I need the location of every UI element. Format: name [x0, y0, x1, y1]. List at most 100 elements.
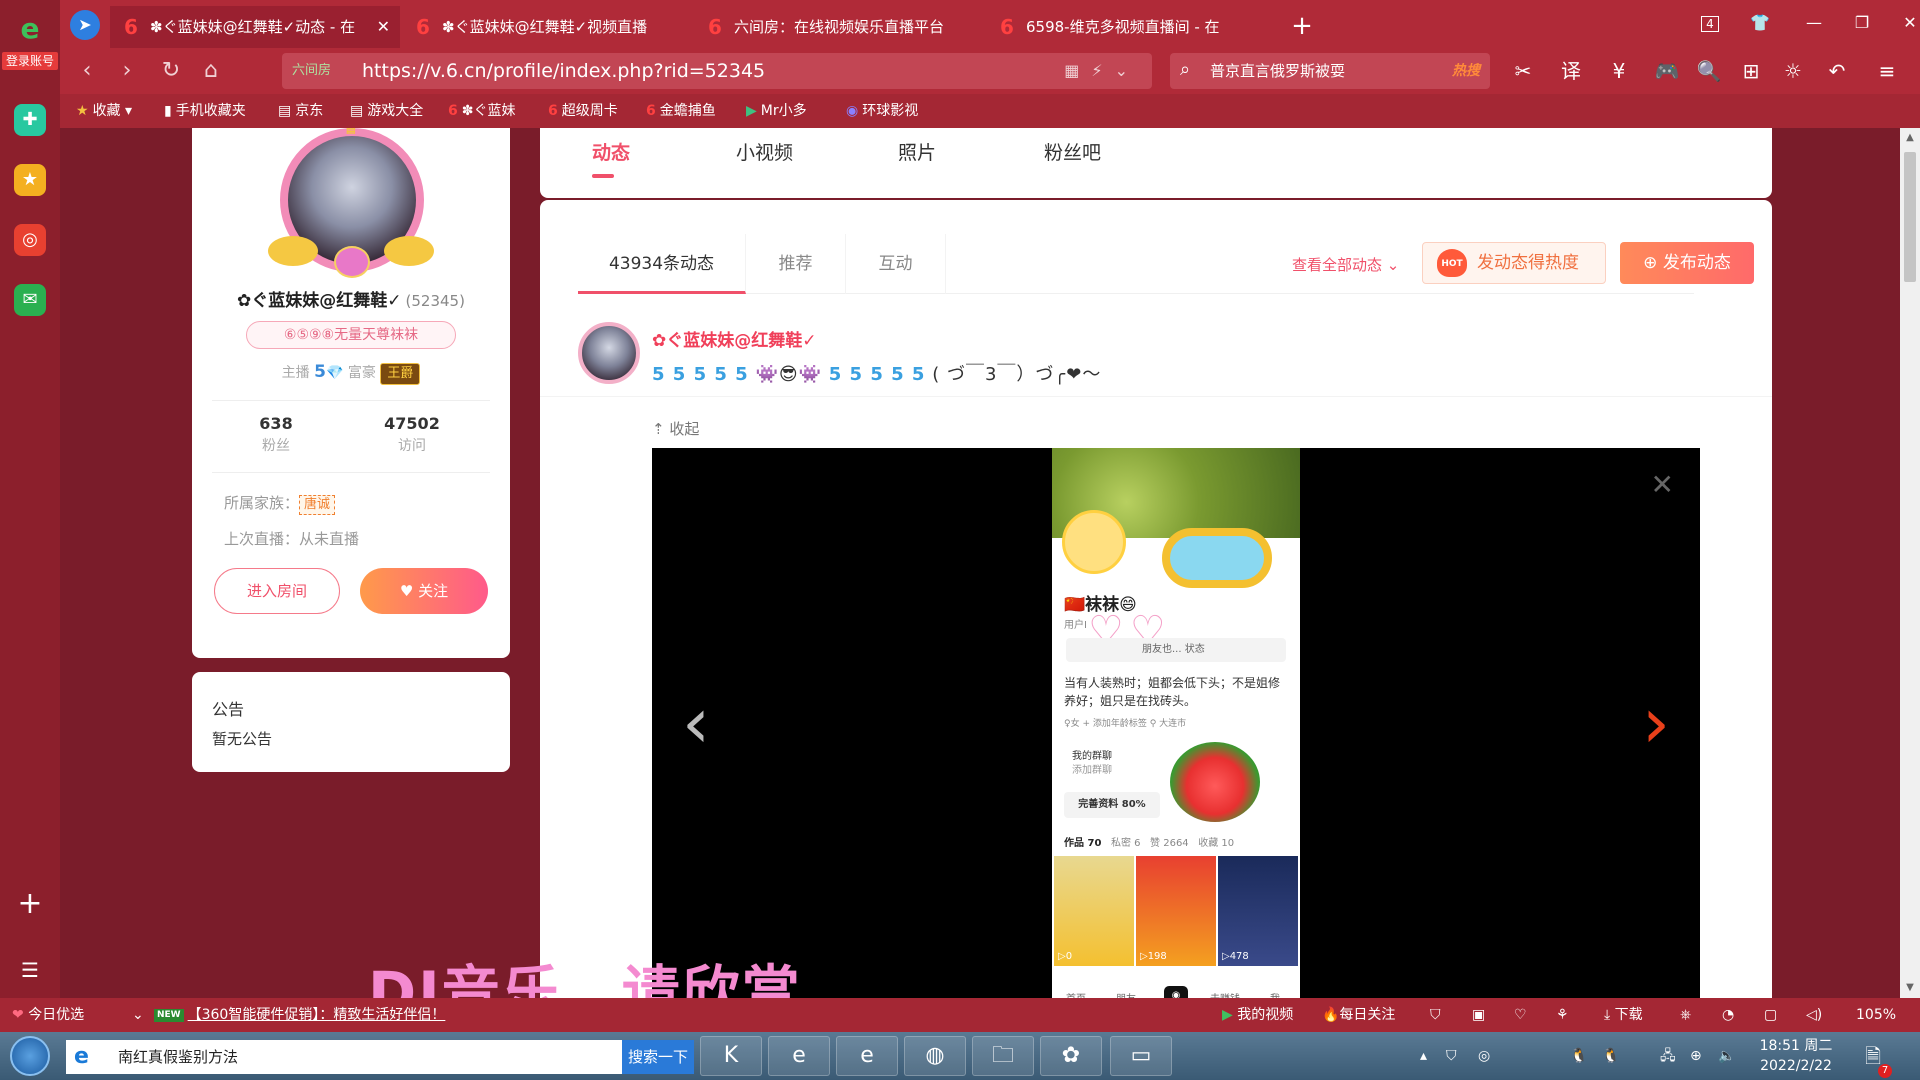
skin-shirt-icon[interactable]: 👕	[1740, 8, 1780, 38]
bookmark-games[interactable]: ▤ 游戏大全	[350, 94, 423, 128]
undo-icon[interactable]: ↶	[1820, 56, 1854, 86]
bookmark-fishing[interactable]: 6 金蟾捕鱼	[646, 94, 716, 128]
tray-shield-icon[interactable]: ⛉	[1446, 1032, 1457, 1080]
browser-tab-1[interactable]: 6 ✽ぐ蓝妹妹@红舞鞋✓动态 - 在 ✕	[110, 6, 400, 48]
tab-dynamics[interactable]: 动态	[592, 138, 630, 165]
chrome-icon[interactable]: ◍	[904, 1036, 966, 1076]
previous-image-icon[interactable]: ‹	[676, 688, 716, 758]
bookmark-favorites[interactable]: ★ 收藏 ▾	[76, 94, 132, 128]
notification-icon[interactable]: 🗎 7	[1858, 1042, 1892, 1078]
window-icon[interactable]: ▢	[1764, 998, 1777, 1032]
bookmark-mr-xiaoduo[interactable]: ▶ Mr小多	[746, 94, 807, 128]
my-video[interactable]: ▶ 我的视频	[1222, 998, 1293, 1032]
folder-icon[interactable]: 🗀	[972, 1036, 1034, 1076]
follow-button[interactable]: ♥ 关注	[360, 568, 488, 614]
tray-qq2-icon[interactable]: 🐧	[1602, 1032, 1619, 1080]
daily-follow[interactable]: 🔥每日关注	[1322, 998, 1395, 1032]
daily-pick[interactable]: ❤ 今日优选	[12, 998, 84, 1032]
image-icon[interactable]: ▣	[1472, 998, 1485, 1032]
brightness-icon[interactable]: ☼	[1776, 56, 1810, 86]
feed-tab-interact[interactable]: 互动	[846, 234, 946, 294]
speed-icon[interactable]: ◔	[1722, 998, 1734, 1032]
heart-outline-icon[interactable]: ♡	[1514, 998, 1527, 1032]
close-window-button[interactable]: ✕	[1890, 8, 1920, 38]
taskbar-search-button[interactable]: 搜索一下	[622, 1040, 694, 1074]
publish-button[interactable]: ⊕ 发布动态	[1620, 242, 1754, 284]
restore-button[interactable]: ❐	[1842, 8, 1882, 38]
back-icon[interactable]: ‹	[70, 54, 104, 88]
navigation-icon[interactable]: ➤	[70, 10, 100, 40]
taskbar-clock[interactable]: 18:51 周二 2022/2/22	[1746, 1036, 1846, 1076]
browser-tab-2[interactable]: 6 ✽ぐ蓝妹妹@红舞鞋✓视频直播	[402, 6, 692, 48]
home-icon[interactable]: ⌂	[194, 54, 228, 88]
tab-photos[interactable]: 照片	[898, 138, 936, 165]
next-image-icon[interactable]: ›	[1636, 688, 1676, 758]
forward-icon[interactable]: ›	[110, 54, 144, 88]
ie-browser-icon[interactable]: e	[768, 1036, 830, 1076]
360-browser-icon[interactable]: e	[836, 1036, 898, 1076]
close-icon[interactable]: ✕	[1651, 468, 1674, 501]
bookmark-lanmeimei[interactable]: 6 ✽ぐ蓝妹	[448, 94, 515, 128]
tab-count-button[interactable]: 4	[1690, 8, 1730, 38]
gamepad-icon[interactable]: 🎮	[1650, 56, 1684, 86]
minimize-button[interactable]: —	[1794, 8, 1834, 38]
tray-network-icon[interactable]: 🖧	[1660, 1032, 1676, 1080]
tray-qq-icon[interactable]: 🐧	[1570, 1032, 1587, 1080]
screen-app-icon[interactable]: ▭	[1110, 1036, 1172, 1076]
login-button[interactable]: 登录账号	[2, 52, 58, 70]
sidebar-app-weibo-icon[interactable]: ◎	[14, 224, 46, 256]
hot-post-button[interactable]: HOT 发动态得热度	[1422, 242, 1606, 284]
download[interactable]: ⤓ 下载	[1604, 998, 1643, 1032]
tray-expand-icon[interactable]: ▴	[1420, 1032, 1427, 1080]
feed-tab-recommend[interactable]: 推荐	[746, 234, 846, 294]
search-input[interactable]: ⌕ 普京直言俄罗斯被耍 热搜	[1170, 53, 1490, 89]
url-tools-icon[interactable]: ▦⚡⌄	[1064, 53, 1140, 89]
scroll-thumb[interactable]	[1904, 152, 1916, 282]
taskbar-search-input[interactable]: e 南红真假鉴别方法	[66, 1040, 622, 1074]
translate-icon[interactable]: 译	[1554, 56, 1588, 86]
sidebar-app-mail-icon[interactable]: ✉	[14, 284, 46, 316]
sidebar-app-plus-icon[interactable]: ✚	[14, 104, 46, 136]
bookmark-global-video[interactable]: ◉ 环球影视	[846, 94, 918, 128]
apps-grid-icon[interactable]: ⊞	[1734, 56, 1768, 86]
start-button[interactable]	[10, 1036, 50, 1076]
bookmark-jd[interactable]: ▤ 京东	[278, 94, 323, 128]
post-author[interactable]: ✿ぐ蓝妹妹@红舞鞋✓	[652, 326, 817, 351]
headset-icon[interactable]: ⎈	[1680, 998, 1691, 1032]
new-tab-button[interactable]: +	[1282, 6, 1322, 46]
fans-stat[interactable]: 638 粉丝	[216, 414, 336, 455]
tray-360-icon[interactable]: ◎	[1478, 1032, 1490, 1080]
bookmark-mobile[interactable]: ▮ 手机收藏夹	[164, 94, 246, 128]
sidebar-app-star-icon[interactable]: ★	[14, 164, 46, 196]
bookmark-weekly-card[interactable]: 6 超级周卡	[548, 94, 618, 128]
refresh-icon[interactable]: ↻	[154, 54, 188, 88]
page-scrollbar[interactable]: ▲ ▼	[1900, 128, 1920, 998]
promo-link[interactable]: NEW 【360智能硬件促销】：精致生活好伴侣！	[154, 998, 445, 1032]
view-all-dropdown[interactable]: 查看全部动态 ⌄	[1292, 250, 1399, 280]
clean-icon[interactable]: ⚘	[1556, 998, 1569, 1032]
menu-icon[interactable]: ≡	[1870, 56, 1904, 86]
kugou-icon[interactable]: K	[700, 1036, 762, 1076]
tab-fan-club[interactable]: 粉丝吧	[1044, 138, 1101, 165]
url-input[interactable]: 六间房 https://v.6.cn/profile/index.php?rid…	[282, 53, 1152, 89]
sidebar-menu-icon[interactable]: ☰	[14, 954, 46, 986]
family-tag[interactable]: 唐诚	[299, 495, 336, 515]
volume-icon[interactable]: ◁)	[1806, 998, 1822, 1032]
collapse-button[interactable]: ⇡ 收起	[652, 418, 699, 439]
expand-icon[interactable]: ⌄	[132, 998, 144, 1032]
coin-icon[interactable]: ¥	[1602, 56, 1636, 86]
sidebar-add-icon[interactable]: +	[14, 888, 46, 920]
browser-logo-icon[interactable]: e	[8, 14, 52, 44]
scissors-icon[interactable]: ✂	[1506, 56, 1540, 86]
tab-close-icon[interactable]: ✕	[377, 6, 390, 48]
shield-icon[interactable]: ⛉	[1430, 998, 1441, 1032]
post-avatar[interactable]	[578, 322, 640, 384]
browser-tab-3[interactable]: 6 六间房：在线视频娱乐直播平台	[694, 6, 984, 48]
magnifier-icon[interactable]: 🔍	[1692, 56, 1726, 86]
zoom-level[interactable]: 105%	[1856, 998, 1896, 1032]
photo-app-icon[interactable]: ✿	[1040, 1036, 1102, 1076]
tab-short-videos[interactable]: 小视频	[736, 138, 793, 165]
feed-tab-all[interactable]: 43934条动态	[578, 234, 746, 294]
browser-tab-4[interactable]: 6 6598-维克多视频直播间 - 在	[986, 6, 1276, 48]
tray-plus-icon[interactable]: ⊕	[1690, 1032, 1702, 1080]
